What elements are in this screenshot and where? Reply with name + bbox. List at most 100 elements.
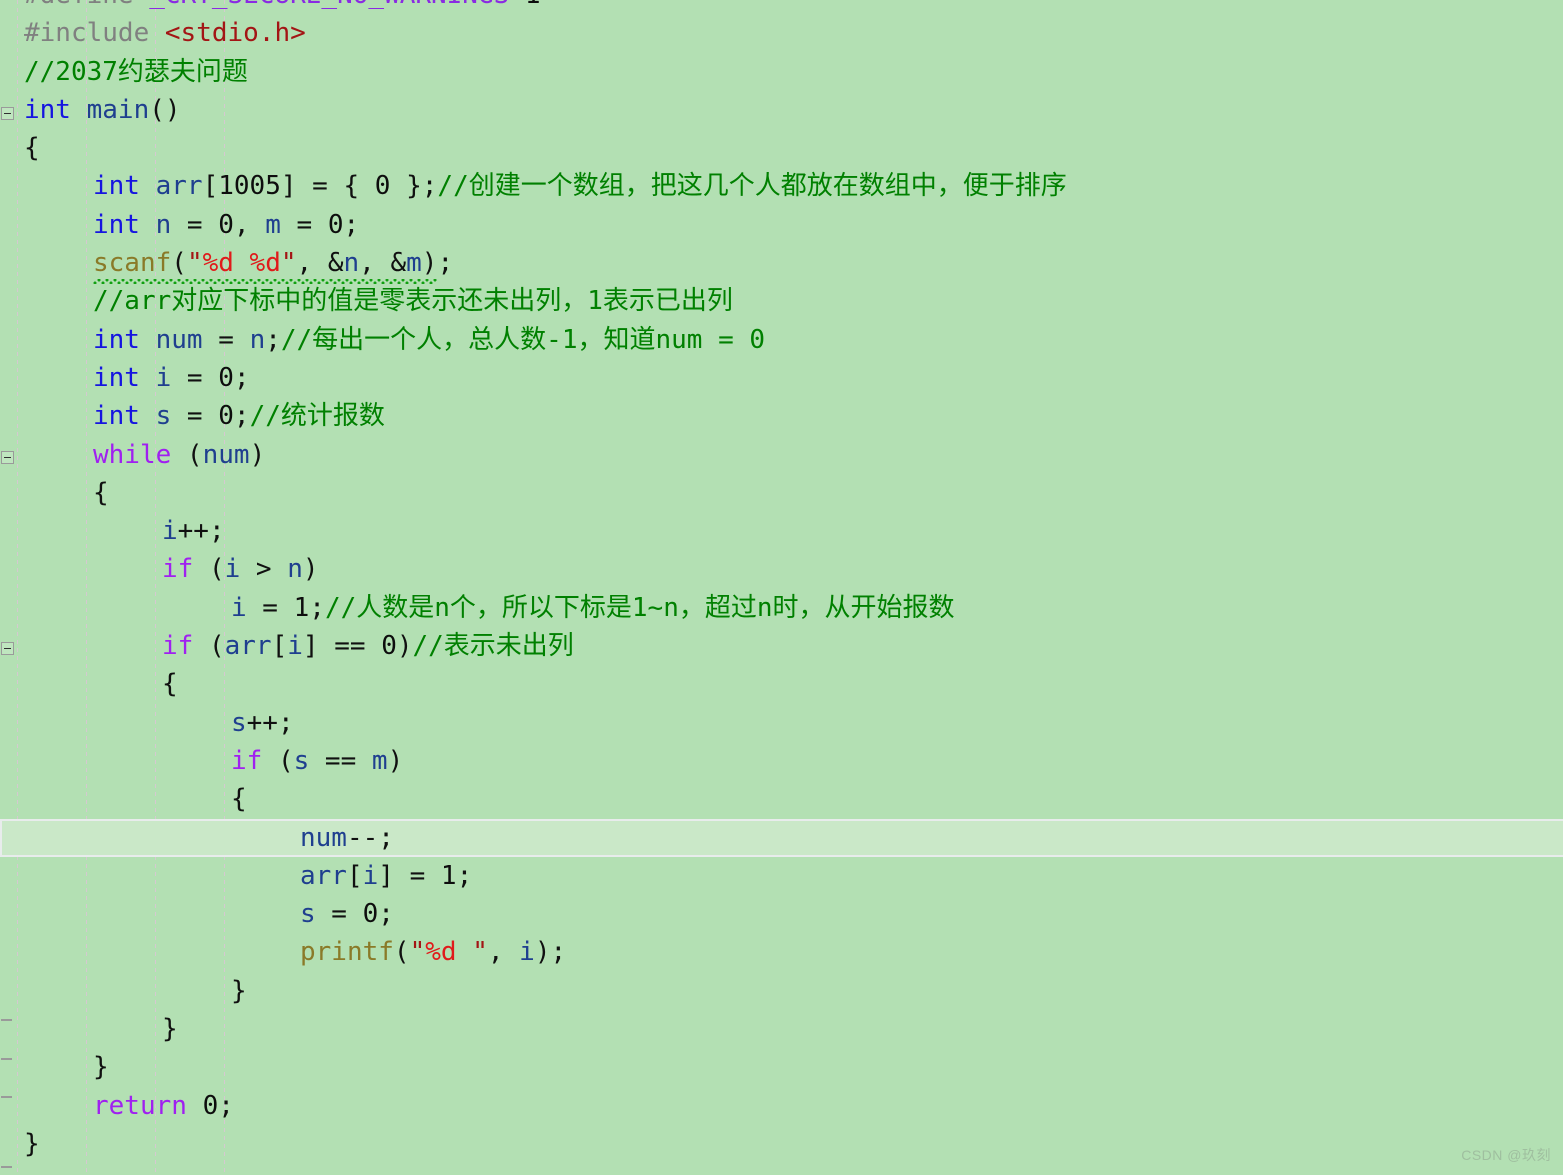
code-token: i — [519, 937, 535, 968]
code-line[interactable]: } — [0, 1125, 1563, 1163]
code-line[interactable]: } — [0, 972, 1563, 1010]
code-token: n — [249, 324, 266, 355]
code-token: ++; — [177, 516, 225, 547]
code-token: ) — [421, 248, 438, 279]
code-line[interactable]: int s = 0;//统计报数 — [0, 397, 1563, 435]
code-line[interactable]: i++; — [0, 512, 1563, 550]
code-token: 1 — [293, 592, 310, 623]
code-line[interactable]: printf("%d ", i); — [0, 933, 1563, 971]
code-token: " — [280, 248, 297, 279]
code-token: = — [280, 209, 328, 240]
code-line[interactable]: } — [0, 1010, 1563, 1048]
code-token: n — [343, 248, 360, 279]
code-line[interactable]: { — [0, 665, 1563, 703]
code-line[interactable]: //2037约瑟夫问题 — [0, 53, 1563, 91]
code-token: ( — [393, 937, 410, 968]
code-token: [ — [346, 860, 363, 891]
code-line[interactable]: num--; — [0, 818, 1563, 858]
code-token: , — [487, 937, 520, 968]
code-line[interactable]: { — [0, 474, 1563, 512]
code-line[interactable]: int n = 0, m = 0; — [0, 206, 1563, 244]
code-token: num — [155, 324, 203, 355]
code-line[interactable]: #define _CRT_SECURE_NO_WARNINGS 1 — [0, 0, 1563, 14]
code-token: 0 — [202, 1090, 219, 1121]
code-token: int — [93, 362, 140, 393]
code-token: s — [293, 745, 310, 776]
code-token: i — [287, 631, 303, 662]
code-line[interactable]: if (i > n) — [0, 550, 1563, 588]
code-token: num — [202, 439, 250, 470]
code-line[interactable]: i = 1;//人数是n个，所以下标是1~n，超过n时，从开始报数 — [0, 589, 1563, 627]
code-token: > — [240, 554, 288, 585]
code-editor-viewport[interactable]: #define _CRT_SECURE_NO_WARNINGS 1#includ… — [0, 0, 1563, 1175]
code-token: ) — [249, 439, 266, 470]
code-token: = — [171, 209, 219, 240]
code-token: ; — [437, 248, 454, 279]
code-token: () — [149, 94, 181, 125]
code-token: " — [472, 937, 488, 968]
code-token: } — [24, 1128, 40, 1159]
code-line[interactable]: int main() — [0, 91, 1563, 129]
code-line[interactable]: while (num) — [0, 436, 1563, 474]
code-content[interactable]: #define _CRT_SECURE_NO_WARNINGS 1#includ… — [0, 0, 1563, 1163]
code-token: } — [93, 1052, 109, 1083]
code-token: i — [224, 554, 241, 585]
code-token: = — [202, 324, 250, 355]
code-line[interactable]: //arr对应下标中的值是零表示还未出列，1表示已出列 — [0, 282, 1563, 320]
code-line[interactable]: int num = n;//每出一个人，总人数-1，知道num = 0 — [0, 321, 1563, 359]
code-token: { — [93, 477, 109, 508]
code-line[interactable]: arr[i] = 1; — [0, 857, 1563, 895]
code-token: i — [162, 516, 178, 547]
code-line[interactable]: { — [0, 780, 1563, 818]
code-token: #include — [24, 18, 165, 49]
code-token: ; — [265, 324, 281, 355]
code-token: if — [162, 554, 194, 585]
code-line[interactable]: return 0; — [0, 1087, 1563, 1125]
code-token: while — [93, 439, 172, 470]
code-token: 0 — [218, 362, 234, 393]
code-token: 1005 — [218, 171, 281, 202]
code-line[interactable]: s++; — [0, 704, 1563, 742]
code-token: ( — [262, 745, 294, 776]
code-token: { — [231, 784, 247, 815]
code-line[interactable]: s = 0; — [0, 895, 1563, 933]
code-token: ); — [534, 937, 567, 968]
code-token: , — [233, 209, 266, 240]
code-token: ; — [233, 362, 250, 393]
code-token: = — [315, 899, 363, 930]
code-token: = — [171, 362, 219, 393]
code-token: ++; — [246, 707, 294, 738]
code-token: = — [246, 592, 294, 623]
code-line[interactable]: if (arr[i] == 0)//表示未出列 — [0, 627, 1563, 665]
code-token: = — [171, 401, 219, 432]
code-token: ] = — [378, 860, 441, 891]
code-token: s — [155, 401, 172, 432]
code-line[interactable]: scanf("%d %d", &n, &m); — [0, 244, 1563, 285]
code-token: m — [406, 248, 422, 279]
code-token: } — [162, 1014, 178, 1045]
code-token: , & — [359, 248, 407, 279]
code-token: ) — [396, 631, 413, 662]
code-line[interactable]: int arr[1005] = { 0 };//创建一个数组，把这几个人都放在数… — [0, 167, 1563, 205]
code-token: ; — [378, 899, 394, 930]
code-token: , & — [296, 248, 344, 279]
csdn-watermark: CSDN @玖刻 — [1461, 1147, 1551, 1163]
code-line[interactable]: #include <stdio.h> — [0, 14, 1563, 52]
code-token: i — [155, 362, 172, 393]
code-token: ) — [302, 554, 319, 585]
code-line[interactable]: } — [0, 1048, 1563, 1086]
code-line[interactable]: if (s == m) — [0, 742, 1563, 780]
code-token: s — [300, 899, 316, 930]
fold-region-line-icon — [1, 1166, 12, 1168]
code-token: scanf — [93, 248, 172, 279]
code-line[interactable]: { — [0, 129, 1563, 167]
code-token: 0 — [327, 209, 344, 240]
code-token: //每出一个人，总人数-1，知道num = 0 — [280, 324, 766, 355]
code-token: arr — [224, 631, 272, 662]
code-line[interactable]: int i = 0; — [0, 359, 1563, 397]
code-token: ; — [218, 1090, 234, 1121]
code-token: 1 — [440, 860, 457, 891]
code-token: s — [231, 707, 247, 738]
